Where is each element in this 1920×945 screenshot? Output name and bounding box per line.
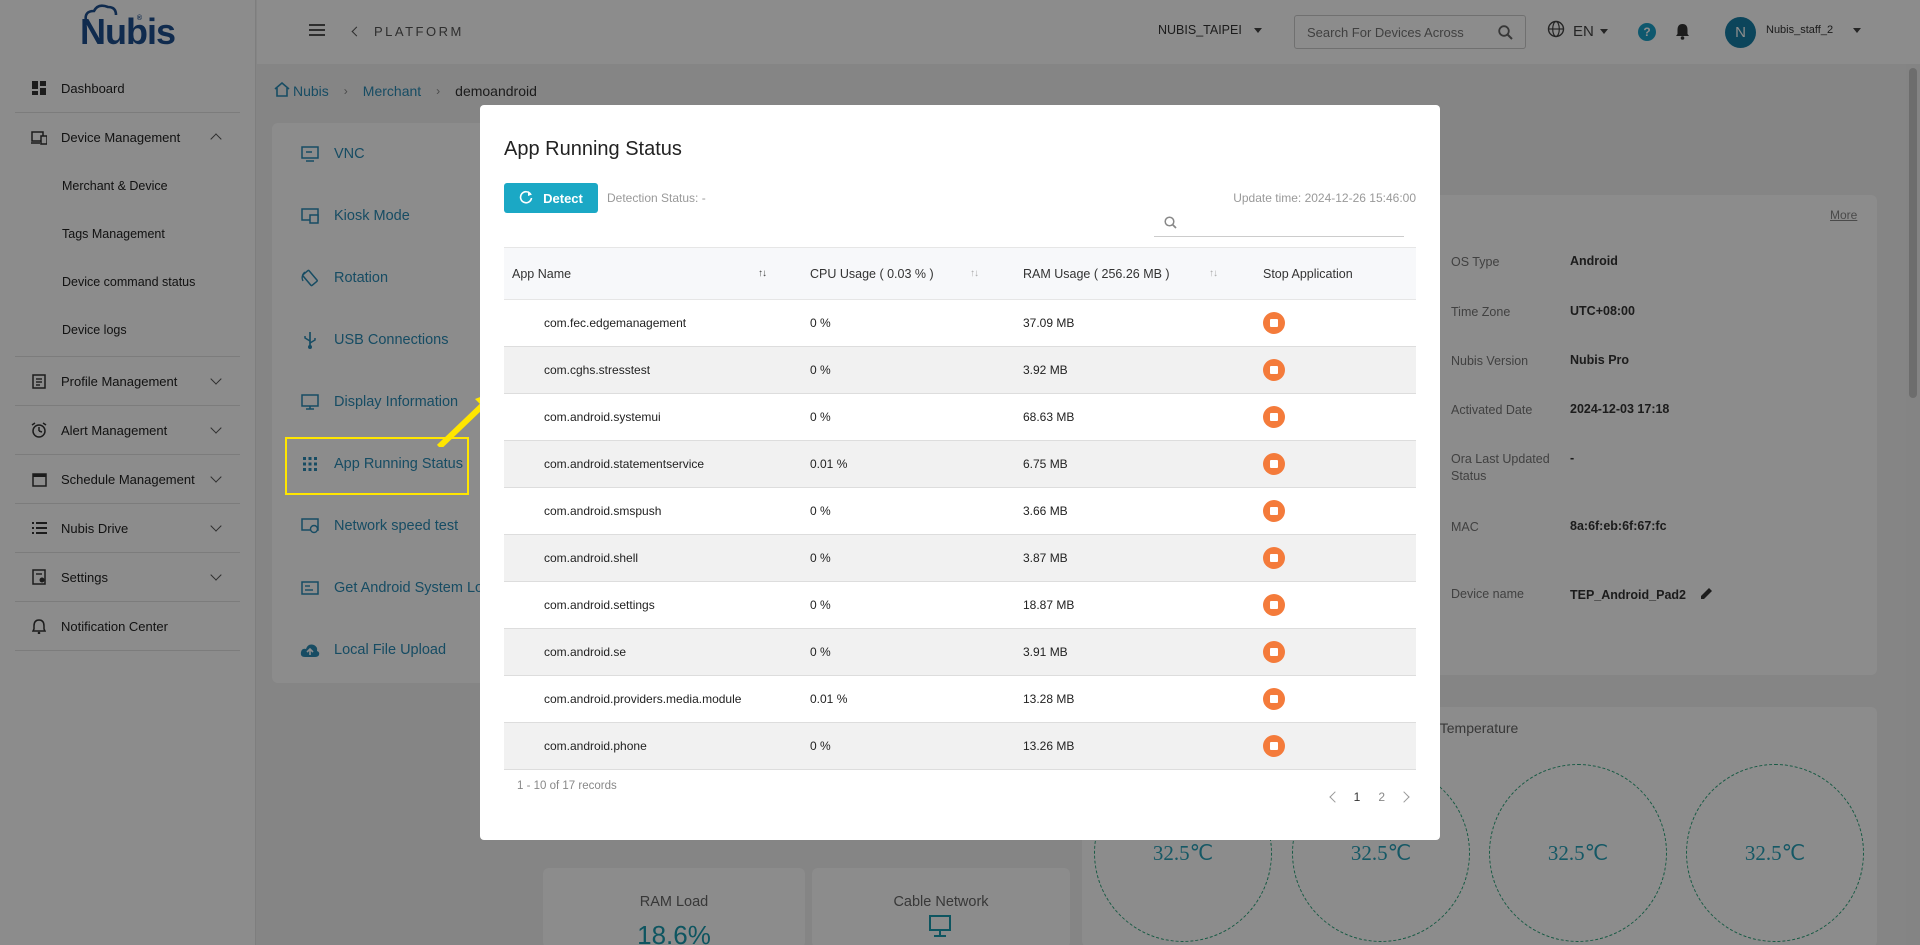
- app-name-cell: com.android.shell: [544, 551, 639, 565]
- app-name-cell: com.cghs.stresstest: [544, 363, 651, 377]
- ram-usage-cell: 13.26 MB: [1023, 739, 1075, 753]
- cpu-usage-cell: 0 %: [810, 551, 831, 565]
- table-row: com.android.statementservice 0.01 % 6.75 M…: [504, 441, 1416, 488]
- column-ram-usage[interactable]: RAM Usage ( 256.26 MB ) ↑↓: [1023, 248, 1263, 299]
- stop-app-button[interactable]: [1263, 359, 1285, 381]
- app-name-cell: com.android.smspush: [544, 504, 662, 518]
- ram-usage-cell: 68.63 MB: [1023, 410, 1075, 424]
- detect-button[interactable]: Detect: [504, 183, 598, 213]
- ram-usage-cell: 3.92 MB: [1023, 363, 1068, 377]
- cpu-usage-cell: 0 %: [810, 316, 831, 330]
- page-2[interactable]: 2: [1378, 790, 1385, 804]
- stop-app-button[interactable]: [1263, 735, 1285, 757]
- cpu-usage-cell: 0 %: [810, 645, 831, 659]
- ram-usage-cell: 13.28 MB: [1023, 692, 1075, 706]
- stop-app-button[interactable]: [1263, 406, 1285, 428]
- app-name-cell: com.android.se: [544, 645, 627, 659]
- ram-usage-cell: 37.09 MB: [1023, 316, 1075, 330]
- stop-app-button[interactable]: [1263, 641, 1285, 663]
- stop-app-button[interactable]: [1263, 594, 1285, 616]
- app-name-cell: com.android.phone: [544, 739, 647, 753]
- table-row: com.android.shell 0 % 3.87 MB: [504, 535, 1416, 582]
- update-time: Update time: 2024-12-26 15:46:00: [1233, 191, 1416, 205]
- chevron-right-icon[interactable]: [1398, 791, 1410, 803]
- stop-icon: [1270, 460, 1278, 468]
- ram-usage-cell: 18.87 MB: [1023, 598, 1075, 612]
- stop-app-button[interactable]: [1263, 453, 1285, 475]
- app-name-cell: com.android.statementservice: [544, 457, 705, 471]
- app-name-cell: com.android.settings: [544, 598, 655, 612]
- table-row: com.android.providers.media.module 0.01 %…: [504, 676, 1416, 723]
- detection-status: Detection Status: -: [607, 191, 706, 205]
- column-stop-application: Stop Application: [1263, 266, 1353, 281]
- table-header: App Name ↑↓ CPU Usage ( 0.03 % ) ↑↓ RAM Us…: [504, 248, 1416, 300]
- table-row: com.android.se 0 % 3.91 MB: [504, 629, 1416, 676]
- ram-usage-cell: 3.66 MB: [1023, 504, 1068, 518]
- stop-icon: [1270, 648, 1278, 656]
- cpu-usage-cell: 0 %: [810, 598, 831, 612]
- table-row: com.fec.edgemanagement 0 % 37.09 MB: [504, 300, 1416, 347]
- sort-icon[interactable]: ↑↓: [1209, 268, 1218, 279]
- table-row: com.cghs.stresstest 0 % 3.92 MB: [504, 347, 1416, 394]
- stop-icon: [1270, 554, 1278, 562]
- stop-icon: [1270, 507, 1278, 515]
- cpu-usage-cell: 0.01 %: [810, 692, 848, 706]
- pagination: 1 2: [1328, 790, 1410, 804]
- stop-icon: [1270, 319, 1278, 327]
- ram-usage-cell: 3.87 MB: [1023, 551, 1068, 565]
- app-name-cell: com.android.providers.media.module: [544, 692, 742, 706]
- cpu-usage-cell: 0 %: [810, 363, 831, 377]
- app-name-cell: com.android.systemui: [544, 410, 661, 424]
- ram-usage-cell: 3.91 MB: [1023, 645, 1068, 659]
- chevron-left-icon[interactable]: [1328, 791, 1341, 803]
- table-row: com.android.smspush 0 % 3.66 MB: [504, 488, 1416, 535]
- records-count: 1 - 10 of 17 records: [517, 780, 617, 792]
- sort-icon[interactable]: ↑↓: [970, 268, 979, 279]
- app-table: App Name ↑↓ CPU Usage ( 0.03 % ) ↑↓ RAM Us…: [504, 247, 1416, 770]
- page-1[interactable]: 1: [1354, 790, 1361, 804]
- cpu-usage-cell: 0 %: [810, 504, 831, 518]
- sort-icon[interactable]: ↑↓: [758, 268, 767, 279]
- app-running-status-dialog: App Running Status Detect Detection Stat…: [480, 105, 1440, 840]
- table-row: com.android.phone 0 % 13.26 MB: [504, 723, 1416, 770]
- cpu-usage-cell: 0.01 %: [810, 457, 848, 471]
- cpu-usage-cell: 0 %: [810, 739, 831, 753]
- table-row: com.android.settings 0 % 18.87 MB: [504, 582, 1416, 629]
- dialog-title: App Running Status: [504, 138, 682, 160]
- table-row: com.android.systemui 0 % 68.63 MB: [504, 394, 1416, 441]
- search-icon: [1164, 216, 1177, 234]
- app-search-input[interactable]: [1192, 214, 1392, 229]
- stop-app-button[interactable]: [1263, 500, 1285, 522]
- app-name-cell: com.fec.edgemanagement: [544, 316, 687, 330]
- stop-icon: [1270, 601, 1278, 609]
- stop-app-button[interactable]: [1263, 312, 1285, 334]
- stop-icon: [1270, 413, 1278, 421]
- table-body: com.fec.edgemanagement 0 % 37.09 MB com.cgh…: [504, 300, 1416, 770]
- stop-icon: [1270, 742, 1278, 750]
- stop-icon: [1270, 695, 1278, 703]
- column-cpu-usage[interactable]: CPU Usage ( 0.03 % ) ↑↓: [810, 248, 1023, 299]
- column-app-name[interactable]: App Name ↑↓: [504, 248, 810, 299]
- refresh-icon: [519, 190, 533, 207]
- app-search: [1154, 207, 1404, 237]
- stop-icon: [1270, 366, 1278, 374]
- cpu-usage-cell: 0 %: [810, 410, 831, 424]
- stop-app-button[interactable]: [1263, 688, 1285, 710]
- ram-usage-cell: 6.75 MB: [1023, 457, 1068, 471]
- stop-app-button[interactable]: [1263, 547, 1285, 569]
